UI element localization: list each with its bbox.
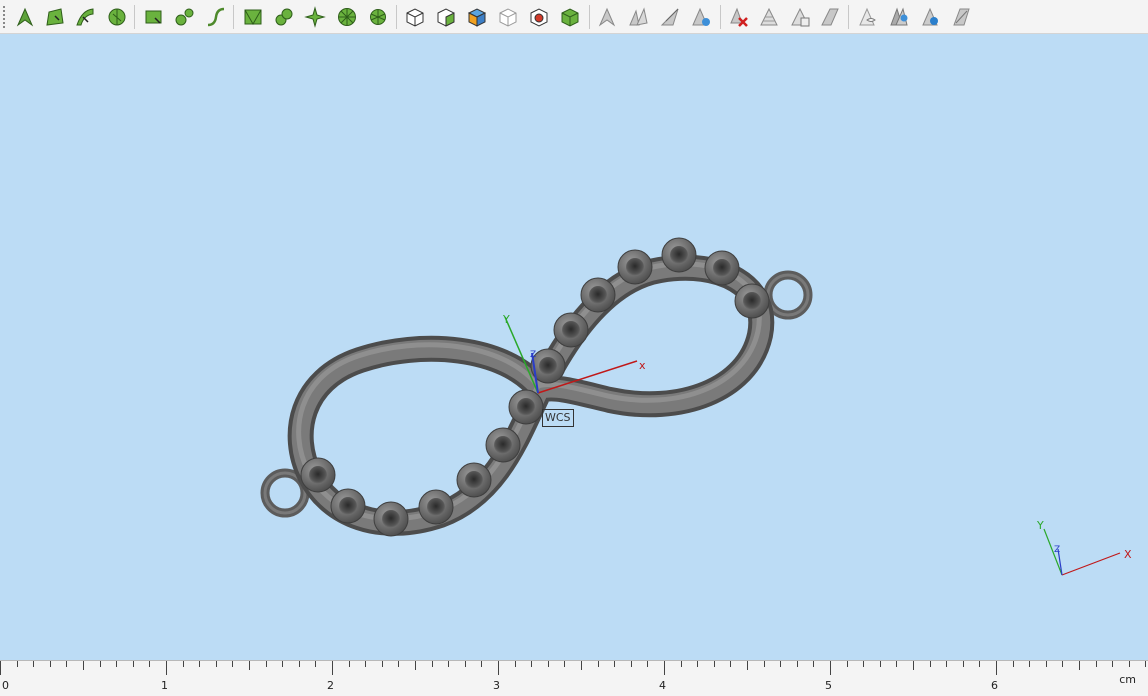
radial-icon[interactable] bbox=[365, 4, 391, 30]
ruler-label-4: 4 bbox=[659, 679, 666, 692]
horizontal-ruler: 0 1 2 3 4 5 6 cm bbox=[0, 660, 1148, 696]
wcs-x-label: x bbox=[639, 359, 646, 372]
wcs-y-label: Y bbox=[503, 313, 510, 326]
ruler-label-5: 5 bbox=[825, 679, 832, 692]
triangle-mesh-icon[interactable] bbox=[756, 4, 782, 30]
box-icon[interactable] bbox=[402, 4, 428, 30]
ruler-unit: cm bbox=[1119, 673, 1136, 686]
blob-icon[interactable] bbox=[172, 4, 198, 30]
ruler-label-2: 2 bbox=[327, 679, 334, 692]
box-face-icon[interactable] bbox=[433, 4, 459, 30]
ruler-ticks bbox=[0, 661, 1146, 675]
arrow-split-icon[interactable] bbox=[657, 4, 683, 30]
toolbar-grip[interactable] bbox=[3, 6, 5, 28]
eye-icon[interactable] bbox=[917, 4, 943, 30]
wcs-label: WCS bbox=[542, 409, 574, 427]
box-sphere-icon[interactable] bbox=[526, 4, 552, 30]
triangle-cut-icon[interactable] bbox=[817, 4, 843, 30]
delete-x-icon[interactable] bbox=[725, 4, 751, 30]
box-colored-icon[interactable] bbox=[464, 4, 490, 30]
arrow-gray-icon[interactable] bbox=[594, 4, 620, 30]
revolve-icon[interactable] bbox=[104, 4, 130, 30]
scene-canvas[interactable] bbox=[0, 35, 1148, 660]
box-dots-icon[interactable] bbox=[557, 4, 583, 30]
flower-icon[interactable] bbox=[302, 4, 328, 30]
rectangle-icon[interactable] bbox=[141, 4, 167, 30]
gem-cluster-icon[interactable] bbox=[271, 4, 297, 30]
main-toolbar bbox=[0, 0, 1148, 34]
spline-icon[interactable] bbox=[203, 4, 229, 30]
hide-icon[interactable] bbox=[948, 4, 974, 30]
ruler-label-0: 0 bbox=[2, 679, 9, 692]
select-arrow-icon[interactable] bbox=[12, 4, 38, 30]
box-outline-icon[interactable] bbox=[495, 4, 521, 30]
ruler-label-3: 3 bbox=[493, 679, 500, 692]
corner-z-label: Z bbox=[1054, 545, 1061, 555]
corner-x-label: X bbox=[1124, 548, 1132, 561]
ruler-label-1: 1 bbox=[161, 679, 168, 692]
3d-viewport[interactable]: x Y Z WCS X Y Z bbox=[0, 35, 1148, 660]
layers-visibility-icon[interactable] bbox=[886, 4, 912, 30]
wcs-z-label: Z bbox=[530, 350, 537, 360]
mesh-icon[interactable] bbox=[240, 4, 266, 30]
round-pattern-icon[interactable] bbox=[334, 4, 360, 30]
triangle-copy-icon[interactable] bbox=[787, 4, 813, 30]
corner-y-label: Y bbox=[1037, 519, 1044, 532]
surface-patch-icon[interactable] bbox=[42, 4, 68, 30]
arrow-double-icon[interactable] bbox=[625, 4, 651, 30]
sweep-icon[interactable] bbox=[72, 4, 98, 30]
arrow-cycle-icon[interactable] bbox=[688, 4, 714, 30]
visibility-icon[interactable] bbox=[854, 4, 880, 30]
ruler-label-6: 6 bbox=[991, 679, 998, 692]
